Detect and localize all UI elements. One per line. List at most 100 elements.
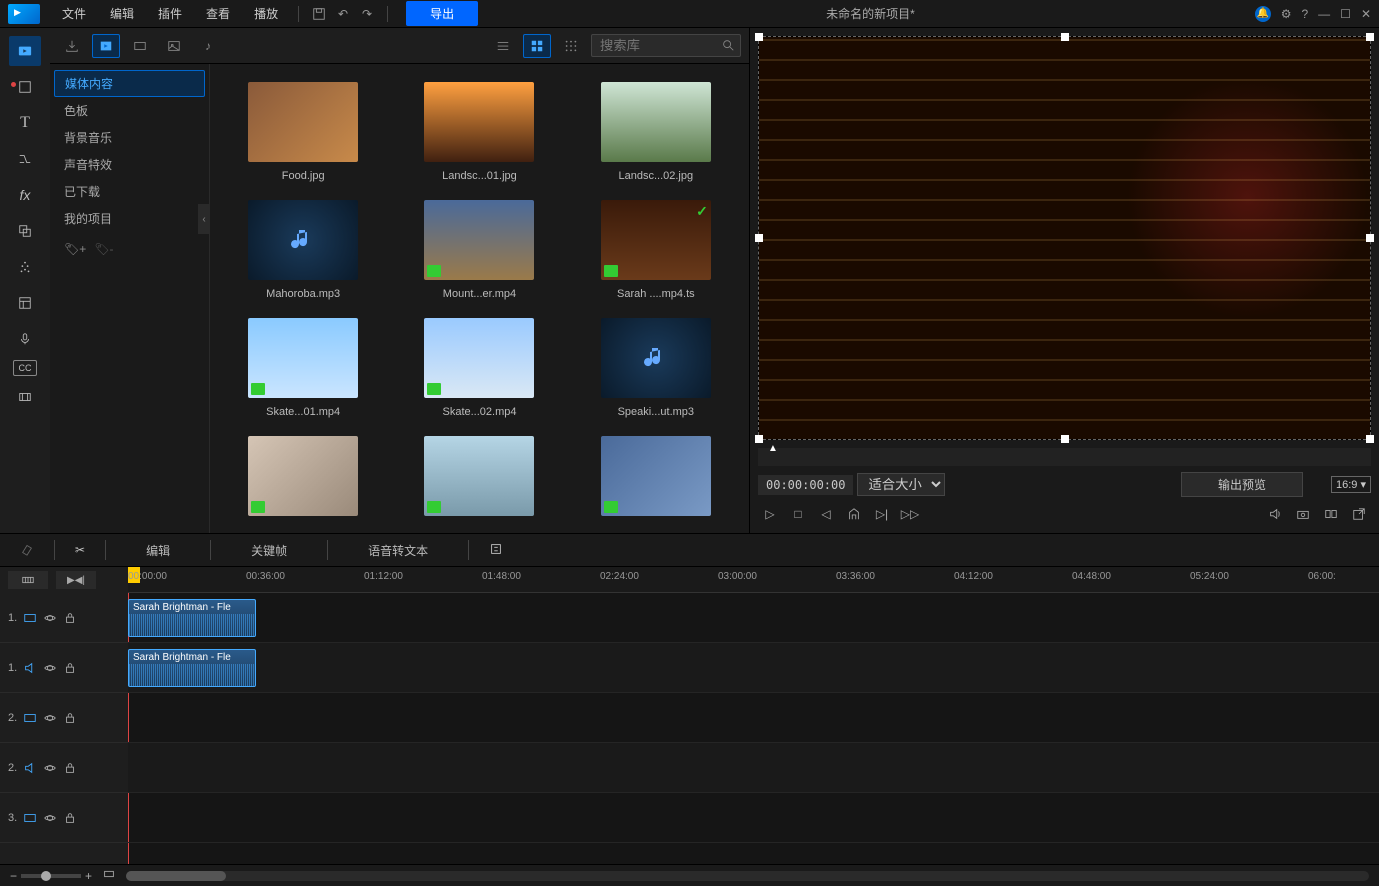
- thumb-image[interactable]: [248, 82, 358, 162]
- thumb-image[interactable]: [248, 200, 358, 280]
- media-thumb[interactable]: [230, 436, 376, 524]
- media-thumb[interactable]: Mahoroba.mp3: [230, 200, 376, 300]
- media-thumb[interactable]: Speaki...ut.mp3: [583, 318, 729, 418]
- thumb-image[interactable]: [601, 318, 711, 398]
- media-thumb[interactable]: Skate...02.mp4: [406, 318, 552, 418]
- tool-speech-button[interactable]: 语音转文本: [348, 540, 448, 561]
- media-thumb[interactable]: Landsc...01.jpg: [406, 82, 552, 182]
- rail-chapter-icon[interactable]: [9, 382, 41, 412]
- rail-template-icon[interactable]: [9, 288, 41, 318]
- thumb-image[interactable]: ✓: [601, 200, 711, 280]
- notification-icon[interactable]: 🔔: [1255, 6, 1271, 22]
- lock-icon[interactable]: [63, 661, 77, 675]
- zoom-slider[interactable]: [21, 874, 81, 878]
- filter-video-icon[interactable]: [126, 34, 154, 58]
- media-thumb[interactable]: ✓Sarah ....mp4.ts: [583, 200, 729, 300]
- lock-icon[interactable]: [63, 811, 77, 825]
- rail-record-icon[interactable]: [9, 72, 41, 102]
- track-header[interactable]: 1.: [0, 593, 128, 643]
- minimize-icon[interactable]: —: [1318, 7, 1330, 21]
- view-grid-icon[interactable]: [523, 34, 551, 58]
- timeline-clip[interactable]: Sarah Brightman - Fle: [128, 649, 256, 687]
- resize-handle-sw[interactable]: [755, 435, 763, 443]
- track-lanes[interactable]: Sarah Brightman - Fle Sarah Brightman - F…: [128, 593, 1379, 864]
- filter-all-icon[interactable]: [92, 34, 120, 58]
- visibility-icon[interactable]: [43, 711, 57, 725]
- tool-keyframe-button[interactable]: 关键帧: [231, 540, 307, 561]
- next-frame-icon[interactable]: ▷|: [870, 503, 894, 525]
- lock-icon[interactable]: [63, 711, 77, 725]
- view-list-icon[interactable]: [489, 34, 517, 58]
- zoom-fit-icon[interactable]: [102, 867, 116, 884]
- track-lane[interactable]: Sarah Brightman - Fle: [128, 643, 1379, 693]
- filter-audio-icon[interactable]: ♪: [194, 34, 222, 58]
- sidebar-item[interactable]: 已下载: [50, 178, 209, 205]
- preview-video[interactable]: [758, 36, 1371, 440]
- rail-overlay-icon[interactable]: [9, 216, 41, 246]
- visibility-icon[interactable]: [43, 661, 57, 675]
- visibility-icon[interactable]: [43, 761, 57, 775]
- lock-icon[interactable]: [63, 761, 77, 775]
- eraser-icon[interactable]: [20, 542, 34, 559]
- menu-edit[interactable]: 编辑: [100, 3, 144, 24]
- tag-remove-icon[interactable]: 🏷-: [94, 242, 113, 256]
- thumb-image[interactable]: [248, 436, 358, 516]
- filter-image-icon[interactable]: [160, 34, 188, 58]
- menu-view[interactable]: 查看: [196, 3, 240, 24]
- timeline-clip[interactable]: Sarah Brightman - Fle: [128, 599, 256, 637]
- fit-select[interactable]: 适合大小: [857, 473, 945, 496]
- resize-handle-s[interactable]: [1061, 435, 1069, 443]
- import-icon[interactable]: [58, 34, 86, 58]
- timeline-tool-b-icon[interactable]: ▶◀|: [56, 571, 96, 589]
- popout-icon[interactable]: [1347, 503, 1371, 525]
- resize-handle-ne[interactable]: [1366, 33, 1374, 41]
- rail-mic-icon[interactable]: [9, 324, 41, 354]
- media-thumb[interactable]: Mount...er.mp4: [406, 200, 552, 300]
- track-lane[interactable]: Sarah Brightman - Fle: [128, 593, 1379, 643]
- media-thumb[interactable]: Food.jpg: [230, 82, 376, 182]
- play-icon[interactable]: ▷: [758, 503, 782, 525]
- collapse-sidebar-icon[interactable]: ‹: [198, 204, 210, 234]
- resize-handle-w[interactable]: [755, 234, 763, 242]
- media-thumb[interactable]: Skate...01.mp4: [230, 318, 376, 418]
- sidebar-item[interactable]: 色板: [50, 97, 209, 124]
- track-lane[interactable]: [128, 793, 1379, 843]
- preview-seekbar[interactable]: ▲: [758, 448, 1371, 466]
- thumb-image[interactable]: [601, 436, 711, 516]
- track-lane[interactable]: [128, 693, 1379, 743]
- zoom-in-icon[interactable]: +: [85, 869, 92, 883]
- menu-file[interactable]: 文件: [52, 3, 96, 24]
- dual-preview-icon[interactable]: [1319, 503, 1343, 525]
- thumb-image[interactable]: [601, 82, 711, 162]
- timeline-tool-a-icon[interactable]: [8, 571, 48, 589]
- tag-add-icon[interactable]: 🏷+: [64, 242, 86, 256]
- rail-media-icon[interactable]: [9, 36, 41, 66]
- rail-caption-icon[interactable]: CC: [13, 360, 37, 376]
- thumb-image[interactable]: [424, 436, 534, 516]
- snapshot-icon[interactable]: [1291, 503, 1315, 525]
- volume-icon[interactable]: [1263, 503, 1287, 525]
- stop-icon[interactable]: □: [786, 503, 810, 525]
- search-icon[interactable]: [721, 38, 735, 52]
- track-header[interactable]: 2.: [0, 693, 128, 743]
- resize-handle-nw[interactable]: [755, 33, 763, 41]
- lock-icon[interactable]: [63, 611, 77, 625]
- resize-handle-e[interactable]: [1366, 234, 1374, 242]
- export-button[interactable]: 导出: [406, 1, 478, 26]
- view-options-icon[interactable]: [557, 34, 585, 58]
- aspect-ratio-display[interactable]: 16:9 ▾: [1331, 476, 1371, 493]
- prev-frame-icon[interactable]: ◁: [814, 503, 838, 525]
- sidebar-item[interactable]: 声音特效: [50, 151, 209, 178]
- zoom-out-icon[interactable]: −: [10, 869, 17, 883]
- timeline-ruler[interactable]: 00:00:0000:36:0001:12:0001:48:0002:24:00…: [128, 567, 1379, 593]
- timeline-scroll[interactable]: [126, 871, 1369, 881]
- fast-forward-icon[interactable]: ▷▷: [898, 503, 922, 525]
- track-header[interactable]: 2.: [0, 743, 128, 793]
- redo-icon[interactable]: ↷: [357, 4, 377, 24]
- thumb-image[interactable]: [424, 200, 534, 280]
- cut-icon[interactable]: ✂: [75, 543, 85, 557]
- resize-handle-n[interactable]: [1061, 33, 1069, 41]
- mark-in-icon[interactable]: [842, 503, 866, 525]
- seek-marker-icon[interactable]: ▲: [768, 443, 778, 454]
- help-icon[interactable]: ?: [1301, 7, 1308, 21]
